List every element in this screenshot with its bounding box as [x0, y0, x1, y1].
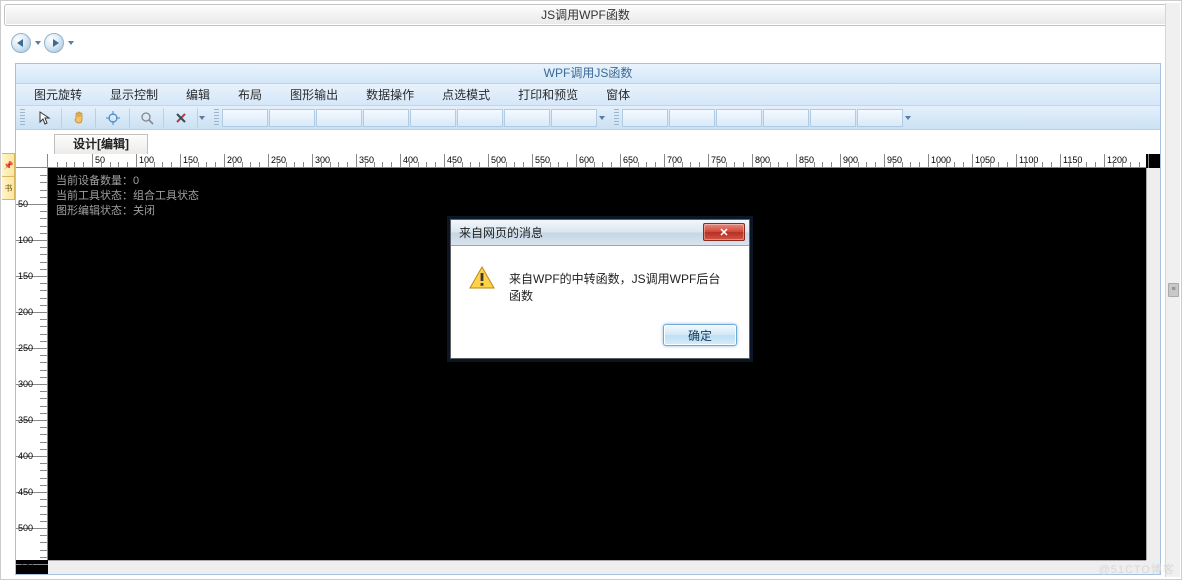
- vertical-ruler: 50100150200250300350400450500550: [16, 168, 48, 560]
- nav-back-dropdown[interactable]: [33, 34, 42, 52]
- menu-bar: 图元旋转 显示控制 编辑 布局 图形输出 数据操作 点选模式 打印和预览 窗体: [16, 84, 1160, 106]
- status-tool-state: 当前工具状态：组合工具状态: [56, 189, 199, 204]
- dialog-message: 来自WPF的中转函数，JS调用WPF后台函数: [509, 268, 731, 304]
- toolbar-segment-2: [614, 108, 912, 128]
- document-tab-design[interactable]: 设计[编辑]: [54, 134, 148, 154]
- tool-target-icon[interactable]: [96, 108, 130, 128]
- seg1-cell-1[interactable]: [222, 109, 268, 127]
- toolbar-dropdown[interactable]: [198, 108, 206, 128]
- menu-display[interactable]: 显示控制: [110, 86, 158, 103]
- page-scrollbar[interactable]: ≡: [1165, 3, 1180, 577]
- seg2-cell-4[interactable]: [763, 109, 809, 127]
- segment2-grip[interactable]: [614, 109, 619, 127]
- side-tab-group: 📌 书: [2, 153, 15, 200]
- nav-buttons: [11, 32, 1181, 54]
- app-outer-frame: ≡ JS调用WPF函数 WPF调用JS函数 图元旋转 显示控制 编辑 布局 图形…: [0, 0, 1182, 580]
- toolbar-segment-1: [214, 108, 606, 128]
- dialog-footer: 确定: [451, 318, 749, 358]
- seg2-dropdown[interactable]: [904, 108, 912, 128]
- seg1-cell-2[interactable]: [269, 109, 315, 127]
- status-edit-state: 图形编辑状态：关闭: [56, 204, 199, 219]
- menu-output[interactable]: 图形输出: [290, 86, 338, 103]
- tool-pointer-icon[interactable]: [28, 108, 62, 128]
- nav-forward-button[interactable]: [44, 33, 64, 53]
- tool-tools-icon[interactable]: [164, 108, 198, 128]
- seg2-cell-5[interactable]: [810, 109, 856, 127]
- seg1-cell-7[interactable]: [504, 109, 550, 127]
- sub-banner-button[interactable]: WPF调用JS函数: [16, 64, 1160, 84]
- seg1-cell-3[interactable]: [316, 109, 362, 127]
- side-tab-pin[interactable]: 📌: [2, 153, 15, 177]
- canvas-vertical-scrollbar[interactable]: [1146, 168, 1160, 560]
- toolbar: [16, 106, 1160, 130]
- scrollbar-thumb[interactable]: ≡: [1168, 283, 1179, 297]
- canvas-area: 5010015020025030035040045050055060065070…: [16, 154, 1160, 574]
- horizontal-ruler: 5010015020025030035040045050055060065070…: [48, 154, 1146, 168]
- menu-window[interactable]: 窗体: [606, 86, 630, 103]
- dialog-close-button[interactable]: ✕: [703, 223, 745, 241]
- seg1-cell-4[interactable]: [363, 109, 409, 127]
- segment1-grip[interactable]: [214, 109, 219, 127]
- menu-data[interactable]: 数据操作: [366, 86, 414, 103]
- status-device-count: 当前设备数量：0: [56, 174, 199, 189]
- seg1-cell-5[interactable]: [410, 109, 456, 127]
- seg2-cell-1[interactable]: [622, 109, 668, 127]
- canvas-horizontal-scrollbar[interactable]: [48, 560, 1146, 574]
- seg2-cell-6[interactable]: [857, 109, 903, 127]
- dialog-title-text: 来自网页的消息: [459, 224, 543, 241]
- tool-hand-icon[interactable]: [62, 108, 96, 128]
- menu-rotate[interactable]: 图元旋转: [34, 86, 82, 103]
- side-tab-book[interactable]: 书: [2, 176, 15, 200]
- dialog-ok-button[interactable]: 确定: [663, 324, 737, 346]
- seg2-cell-3[interactable]: [716, 109, 762, 127]
- watermark-text: @51CTO博客: [1099, 561, 1175, 577]
- ruler-corner: [16, 154, 48, 168]
- dialog-body: 来自WPF的中转函数，JS调用WPF后台函数: [451, 246, 749, 318]
- message-dialog: 来自网页的消息 ✕ 来自WPF的中转函数，JS调用WPF后台函数 确定: [450, 219, 750, 359]
- seg2-cell-2[interactable]: [669, 109, 715, 127]
- canvas-status-text: 当前设备数量：0 当前工具状态：组合工具状态 图形编辑状态：关闭: [56, 174, 199, 219]
- menu-pick[interactable]: 点选模式: [442, 86, 490, 103]
- toolbar-grip[interactable]: [20, 109, 25, 127]
- main-banner-button[interactable]: JS调用WPF函数: [4, 4, 1167, 26]
- nav-back-button[interactable]: [11, 33, 31, 53]
- menu-print[interactable]: 打印和预览: [518, 86, 578, 103]
- warning-icon: [469, 266, 495, 290]
- document-tab-strip: 设计[编辑]: [16, 130, 1160, 154]
- tool-zoom-icon[interactable]: [130, 108, 164, 128]
- seg1-cell-8[interactable]: [551, 109, 597, 127]
- menu-edit[interactable]: 编辑: [186, 86, 210, 103]
- menu-layout[interactable]: 布局: [238, 86, 262, 103]
- nav-forward-dropdown[interactable]: [66, 34, 75, 52]
- seg1-cell-6[interactable]: [457, 109, 503, 127]
- dialog-titlebar[interactable]: 来自网页的消息 ✕: [451, 220, 749, 246]
- seg1-dropdown[interactable]: [598, 108, 606, 128]
